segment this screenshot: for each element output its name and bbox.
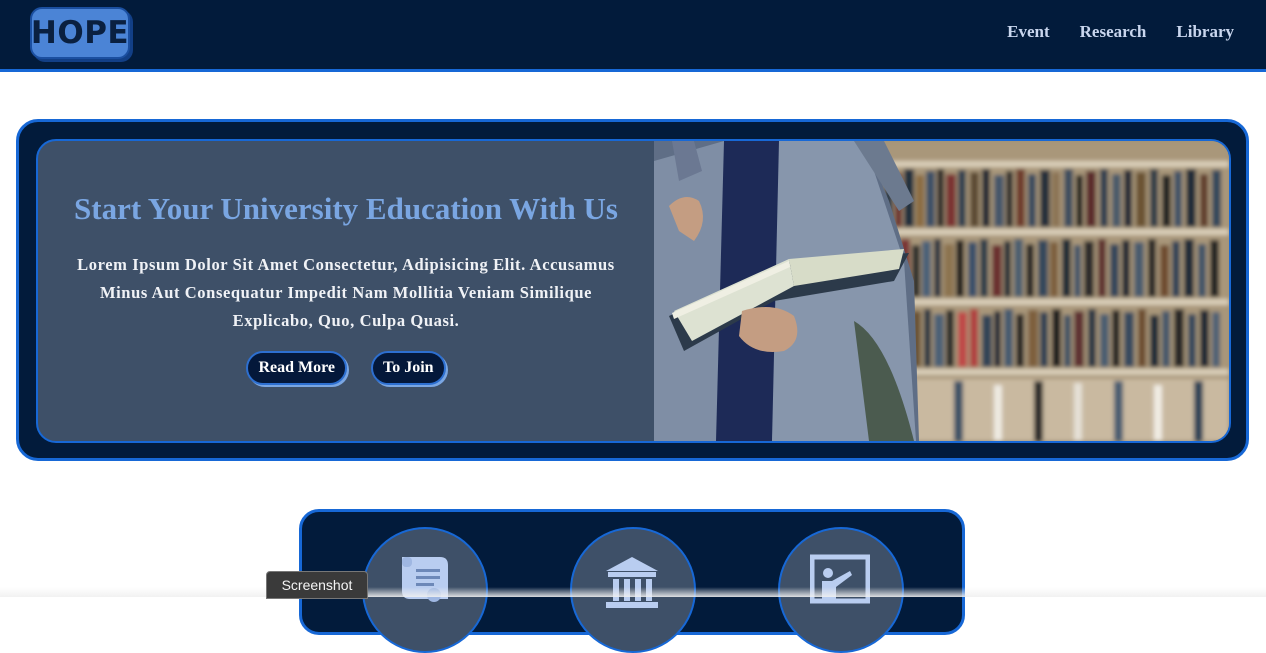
teacher-board-icon	[810, 554, 870, 604]
join-button[interactable]: To Join	[371, 351, 446, 385]
nav-link-event[interactable]: Event	[1007, 22, 1050, 42]
scroll-icon	[402, 557, 448, 602]
nav-link-library[interactable]: Library	[1176, 22, 1234, 42]
hero-description: Lorem Ipsum Dolor Sit Amet Consectetur, …	[77, 255, 615, 330]
read-more-button[interactable]: Read More	[246, 351, 348, 385]
hero-buttons: Read More To Join	[38, 351, 654, 385]
hero-text-panel: Start Your University Education With Us …	[38, 141, 654, 441]
logo-text: HOPE	[30, 15, 130, 51]
hero-title: Start Your University Education With Us	[74, 191, 618, 226]
nav-link-research[interactable]: Research	[1080, 22, 1147, 42]
hero-card: Start Your University Education With Us …	[36, 139, 1231, 443]
services-section	[299, 509, 965, 653]
top-navbar: HOPE Event Research Library	[0, 0, 1266, 72]
nav-links: Event Research Library	[1007, 22, 1234, 42]
hero-image	[654, 141, 1229, 441]
institution-icon	[606, 557, 658, 608]
bottom-fade	[0, 587, 1266, 597]
student-library-illustration	[654, 141, 1229, 441]
screenshot-tooltip: Screenshot	[266, 571, 368, 599]
hero-section: Start Your University Education With Us …	[16, 119, 1249, 461]
brand-logo[interactable]: HOPE	[30, 7, 130, 59]
